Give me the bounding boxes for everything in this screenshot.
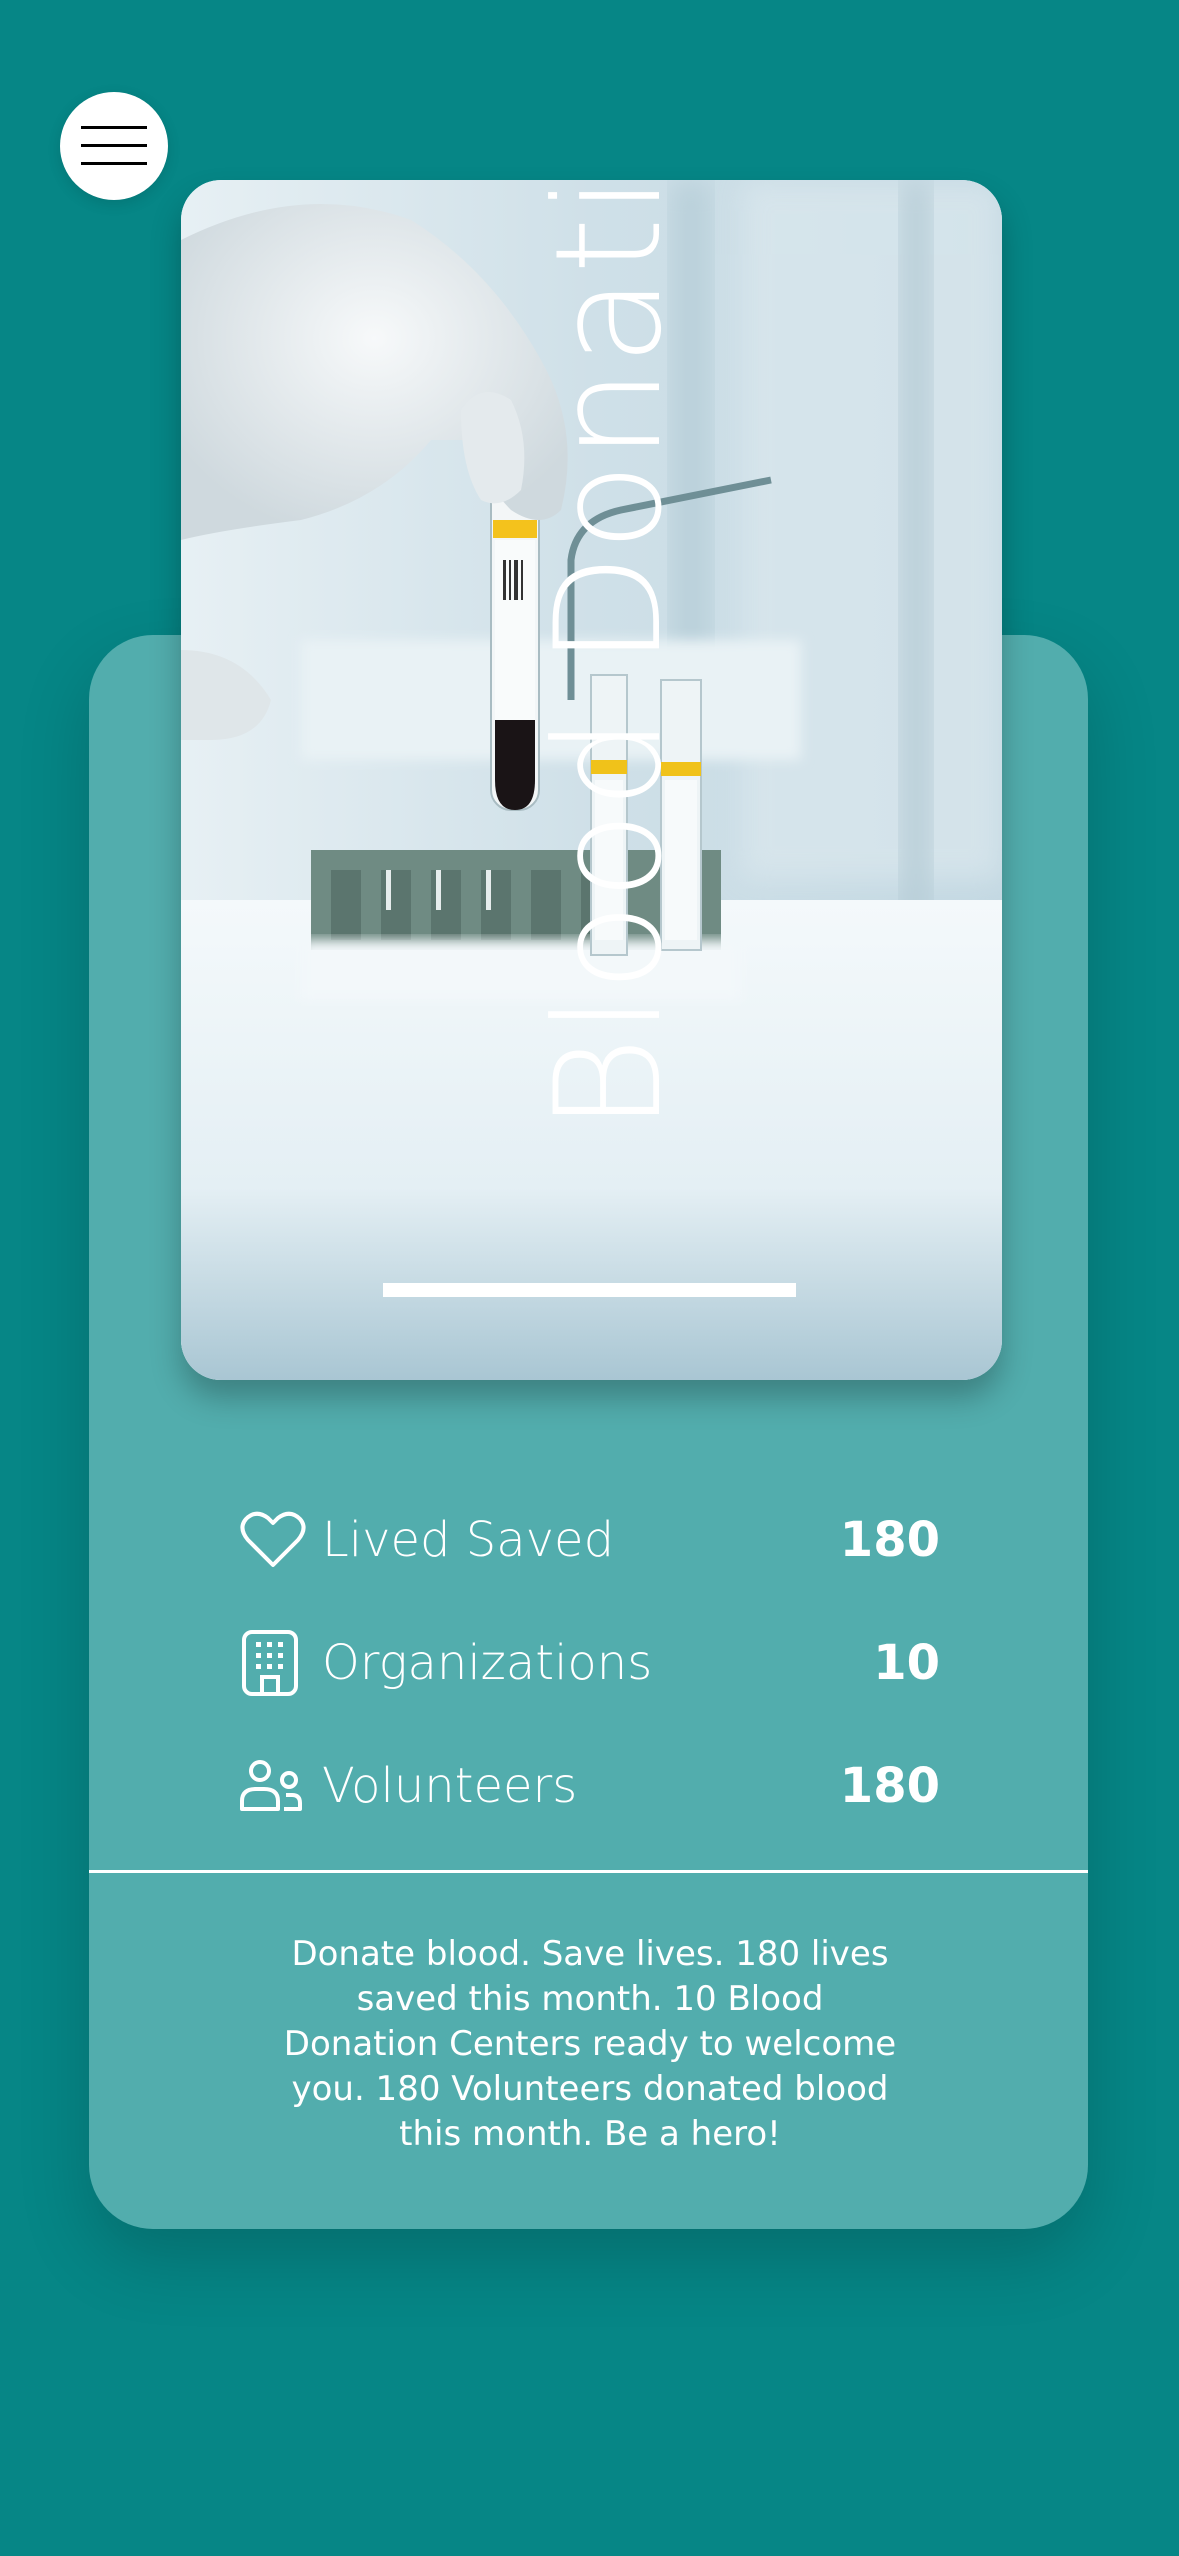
stat-value: 10 (873, 1634, 940, 1691)
users-icon (240, 1753, 306, 1819)
stat-row-lives-saved: Lived Saved 180 (240, 1478, 940, 1601)
title-underline (383, 1283, 796, 1297)
heart-icon (240, 1507, 306, 1573)
hamburger-menu-icon (81, 126, 147, 165)
building-icon (240, 1629, 306, 1696)
divider (89, 1870, 1088, 1873)
donation-message: Donate blood. Save lives. 180 lives save… (283, 1934, 897, 2154)
stats-list: Lived Saved 180 Organizations 10 Volunte… (240, 1478, 940, 1847)
stat-row-organizations: Organizations 10 (240, 1601, 940, 1724)
stat-label: Lived Saved (322, 1511, 615, 1568)
stat-value: 180 (839, 1757, 940, 1814)
stat-label: Volunteers (322, 1757, 578, 1814)
stat-value: 180 (839, 1511, 940, 1568)
hero-title: Blood Donation (524, 180, 694, 1132)
menu-button[interactable] (60, 92, 168, 200)
hero-image-card[interactable]: Blood Donation (181, 180, 1002, 1380)
stat-label: Organizations (322, 1634, 653, 1691)
stat-row-volunteers: Volunteers 180 (240, 1724, 940, 1847)
